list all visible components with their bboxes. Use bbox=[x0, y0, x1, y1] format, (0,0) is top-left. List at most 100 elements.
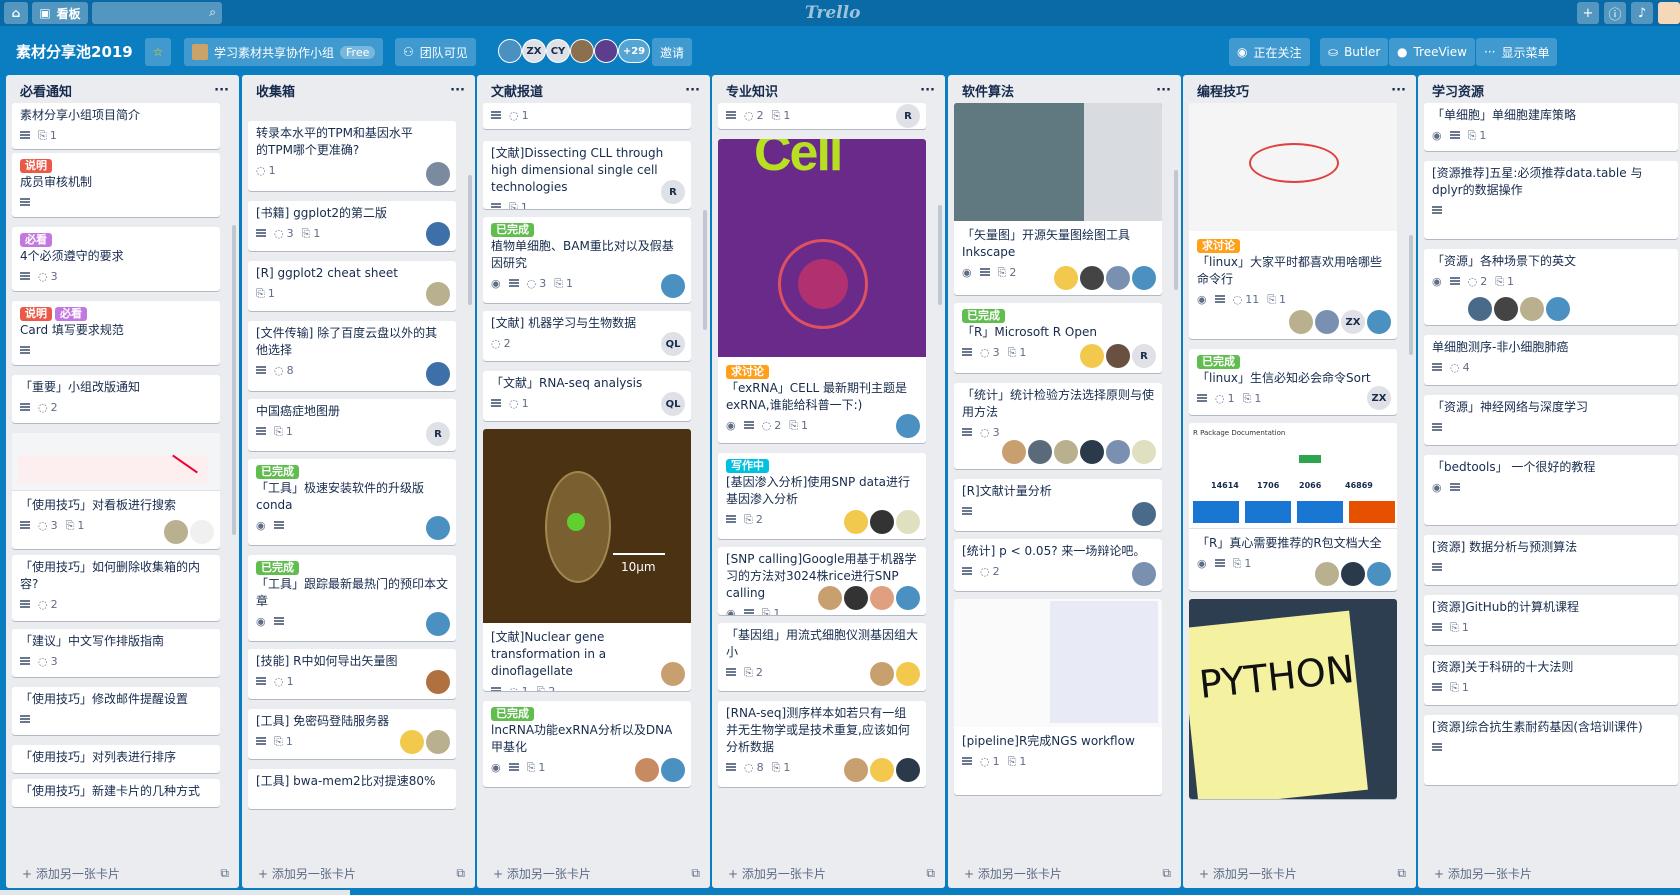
member-avatar[interactable] bbox=[844, 758, 868, 782]
visibility-button[interactable]: ⚇ 团队可见 bbox=[395, 38, 476, 66]
list-card[interactable]: [工具] 免密码登陆服务器 ⎘ 1 bbox=[248, 709, 456, 759]
member-avatar-ql[interactable]: QL bbox=[661, 392, 685, 416]
template-icon[interactable]: ⧉ bbox=[926, 866, 935, 881]
invite-button[interactable]: 邀请 bbox=[652, 38, 693, 66]
butler-button[interactable]: ⛀ Butler bbox=[1320, 38, 1389, 66]
member-avatar-zx[interactable]: ZX bbox=[1341, 310, 1365, 334]
list-card[interactable]: 已完成 「linux」生信必知必会命令Sort ◌ 1 ⎘ 1 ZX bbox=[1189, 349, 1397, 415]
board-title[interactable]: 素材分享池2019 bbox=[16, 41, 133, 62]
member-avatar[interactable] bbox=[818, 586, 842, 610]
list-card[interactable]: 「重要」小组改版通知 ◌ 2 bbox=[12, 375, 220, 423]
member-avatar[interactable] bbox=[1315, 310, 1339, 334]
template-icon[interactable]: ⧉ bbox=[1397, 866, 1406, 881]
list-card[interactable]: [R]文献计量分析 bbox=[954, 479, 1162, 531]
list-card[interactable]: 「使用技巧」对列表进行排序 bbox=[12, 745, 220, 773]
member-avatar[interactable] bbox=[1054, 440, 1078, 464]
list-title[interactable]: 收集箱 bbox=[256, 81, 295, 100]
watch-button[interactable]: ◉ 正在关注 bbox=[1229, 38, 1310, 66]
member-avatar[interactable] bbox=[870, 586, 894, 610]
list-title[interactable]: 学习资源 bbox=[1432, 81, 1484, 100]
add-icon[interactable]: + bbox=[1577, 2, 1599, 24]
member-avatar[interactable] bbox=[635, 758, 659, 782]
member-avatar[interactable] bbox=[870, 758, 894, 782]
template-icon[interactable]: ⧉ bbox=[456, 866, 465, 881]
list-card[interactable]: [资源] 数据分析与预测算法 bbox=[1424, 535, 1678, 585]
member-avatar[interactable] bbox=[426, 612, 450, 636]
list-card[interactable]: [R] ggplot2 cheat sheet ⎘ 1 bbox=[248, 261, 456, 311]
member-avatar-r[interactable]: R bbox=[1132, 344, 1156, 368]
member-avatar[interactable] bbox=[1080, 344, 1104, 368]
list-card[interactable]: 10µm [文献]Nuclear gene transformation in … bbox=[483, 429, 691, 691]
member-avatar-r[interactable]: R bbox=[896, 104, 920, 128]
list-card[interactable]: ◌ 1 bbox=[483, 103, 691, 129]
member-avatar[interactable] bbox=[844, 510, 868, 534]
member-avatar-zx[interactable]: ZX bbox=[1367, 386, 1391, 410]
list-title[interactable]: 必看通知 bbox=[20, 81, 72, 100]
list-card[interactable]: 求讨论 「linux」大家平时都喜欢用啥哪些命令行 ◉ ◌ 11 ⎘ 1 ZX bbox=[1189, 103, 1397, 339]
list-menu-icon[interactable]: ··· bbox=[1391, 83, 1406, 98]
list-card[interactable]: Cell 求讨论 「exRNA」CELL 最新期刊主题是exRNA,谁能给科普一下… bbox=[718, 139, 926, 443]
list-card[interactable]: [文献]Dissecting CLL through high dimensio… bbox=[483, 141, 691, 209]
list-card[interactable]: 说明 必看 Card 填写要求规范 bbox=[12, 301, 220, 365]
treeview-button[interactable]: ● TreeView bbox=[1389, 38, 1475, 66]
member-avatar[interactable] bbox=[661, 758, 685, 782]
member-avatar[interactable] bbox=[1132, 266, 1156, 290]
list-scrollbar[interactable] bbox=[468, 175, 472, 305]
member-avatar[interactable] bbox=[1080, 440, 1104, 464]
star-icon[interactable]: ☆ bbox=[145, 38, 171, 66]
member-avatar[interactable] bbox=[400, 730, 424, 754]
list-card[interactable]: 已完成 「工具」跟踪最新最热门的预印本文章 ◉ bbox=[248, 555, 456, 641]
member-avatar[interactable] bbox=[1028, 440, 1052, 464]
list-card[interactable]: 「基因组」用流式细胞仪测基因组大小 ⎘ 2 bbox=[718, 623, 926, 691]
list-card[interactable]: 「使用技巧」如何删除收集箱的内容? ◌ 2 bbox=[12, 555, 220, 621]
list-card[interactable]: 「bedtools」 一个很好的教程 ◉ bbox=[1424, 455, 1678, 525]
member-avatar[interactable] bbox=[1132, 562, 1156, 586]
list-scrollbar[interactable] bbox=[232, 225, 236, 535]
member-avatar[interactable] bbox=[1106, 440, 1130, 464]
member-avatar[interactable] bbox=[190, 520, 214, 544]
add-card-button[interactable]: + 添加另一张卡片 ⧉ bbox=[477, 858, 710, 888]
add-card-button[interactable]: + 添加另一张卡片 bbox=[1418, 858, 1680, 888]
list-card[interactable]: [文献] 机器学习与生物数据 ◌ 2 QL bbox=[483, 311, 691, 361]
list-title[interactable]: 编程技巧 bbox=[1197, 81, 1249, 100]
list-title[interactable]: 专业知识 bbox=[726, 81, 778, 100]
list-card[interactable]: [工具] bwa-mem2比对提速80% bbox=[248, 769, 456, 809]
list-menu-icon[interactable]: ··· bbox=[450, 83, 465, 98]
show-menu-button[interactable]: ··· 显示菜单 bbox=[1476, 38, 1558, 66]
list-title[interactable]: 文献报道 bbox=[491, 81, 543, 100]
member-avatar[interactable] bbox=[896, 510, 920, 534]
member-avatar-cy[interactable]: CY bbox=[546, 39, 570, 63]
bell-icon[interactable]: ♪ bbox=[1631, 2, 1653, 24]
member-avatar[interactable] bbox=[570, 39, 594, 63]
member-avatar[interactable] bbox=[1054, 266, 1078, 290]
list-card[interactable]: 必看 4个必须遵守的要求 ◌ 3 bbox=[12, 227, 220, 291]
member-avatar-zx[interactable]: ZX bbox=[522, 39, 546, 63]
list-card[interactable]: 素材分享小组项目简介 ⎘ 1 bbox=[12, 103, 220, 149]
trello-logo[interactable]: Trello bbox=[805, 3, 860, 23]
list-card[interactable]: [资源]关于科研的十大法则 ⎘ 1 bbox=[1424, 655, 1678, 705]
list-title[interactable]: 软件算法 bbox=[962, 81, 1014, 100]
search-icon[interactable]: ⌕ bbox=[209, 5, 216, 20]
list-card[interactable]: 中国癌症地图册 ⎘ 1 R bbox=[248, 399, 456, 451]
member-avatar[interactable] bbox=[1546, 297, 1570, 321]
more-members[interactable]: +29 bbox=[618, 39, 650, 63]
member-avatar[interactable] bbox=[426, 222, 450, 246]
list-scrollbar[interactable] bbox=[938, 205, 942, 305]
team-button[interactable]: 学习素材共享协作小组 Free bbox=[184, 38, 384, 66]
list-card[interactable]: [书籍] ggplot2的第二版 ◌ 3 ⎘ 1 bbox=[248, 201, 456, 251]
member-avatar[interactable] bbox=[1468, 297, 1492, 321]
list-card[interactable]: [资源推荐]五星:必须推荐data.table 与 dplyr的数据操作 bbox=[1424, 161, 1678, 239]
list-scrollbar[interactable] bbox=[1174, 170, 1178, 290]
home-icon[interactable]: ⌂ bbox=[4, 2, 28, 24]
member-avatar-ql[interactable]: QL bbox=[661, 332, 685, 356]
list-card[interactable]: 转录本水平的TPM和基因水平的TPM哪个更准确? ◌ 1 bbox=[248, 121, 456, 191]
member-avatar[interactable] bbox=[1106, 344, 1130, 368]
list-card[interactable]: 「资源」神经网络与深度学习 bbox=[1424, 395, 1678, 445]
list-card[interactable]: 「矢量图」开源矢量图绘图工具Inkscape ◉ ⎘ 2 bbox=[954, 103, 1162, 295]
list-card[interactable]: [统计] p < 0.05? 来一场辩论吧。 ◌ 2 bbox=[954, 539, 1162, 591]
member-avatar[interactable] bbox=[1494, 297, 1518, 321]
member-avatar[interactable] bbox=[498, 39, 522, 63]
member-avatar[interactable] bbox=[1367, 310, 1391, 334]
member-avatar[interactable] bbox=[1520, 297, 1544, 321]
list-card[interactable]: ◌ 2 ⎘ 1 R bbox=[718, 103, 926, 129]
